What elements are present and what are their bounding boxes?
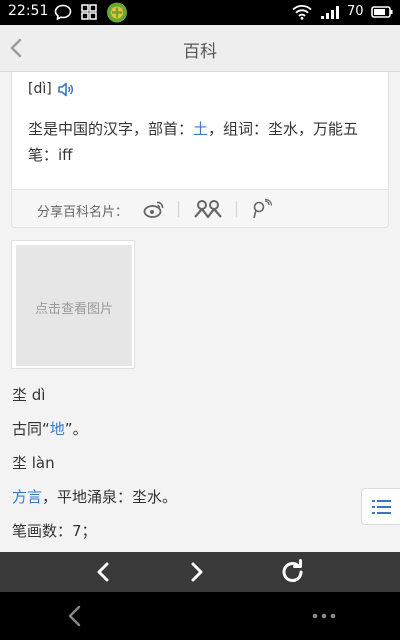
app-header: 百科 [0,25,400,72]
battery-level: 70 [347,4,364,19]
menu-dots-icon[interactable] [310,604,338,628]
pinyin-text: [dì] [28,81,52,97]
content-text: ，平地涌泉：坔水。 [42,488,178,506]
image-thumbnail[interactable]: 点击查看图片 [11,240,135,369]
browser-back-icon[interactable] [91,560,117,584]
content-text: ”。 [64,420,88,438]
share-divider [178,201,179,217]
browser-forward-icon[interactable] [183,560,209,584]
share-bar: 分享百科名片： [12,189,388,227]
content-text: 古同“ [12,420,50,438]
list-icon [372,500,391,514]
di-link[interactable]: 地 [50,420,65,438]
grid-app-icon [81,4,97,20]
radical-link[interactable]: 土 [193,120,208,138]
entry-card: [dì] 坔是中国的汉字，部首：土，组词：坔水，万能五笔：iff 分享百科名片： [11,72,389,228]
status-bar: 22:51 70 [0,0,400,25]
image-placeholder: 点击查看图片 [16,245,132,366]
share-label: 分享百科名片： [37,205,129,220]
system-back-icon[interactable] [64,604,86,628]
status-time: 22:51 [8,3,49,19]
app-logo-icon [107,2,127,23]
system-nav-bar [0,592,400,640]
chat-bubble-icon [54,4,72,20]
wifi-icon [292,5,312,20]
refresh-icon[interactable] [279,559,307,585]
content-line: 方言，平地涌泉：坔水。 [12,486,177,507]
renren-icon[interactable] [193,199,223,219]
battery-icon [371,6,393,18]
share-divider [236,201,237,217]
content-line: 坔 làn [12,454,55,472]
content-line: 坔 dì [12,386,46,404]
browser-toolbar [0,552,400,592]
weibo-icon[interactable] [143,199,165,219]
dialect-link[interactable]: 方言 [12,488,42,506]
view-image-label: 点击查看图片 [34,302,113,317]
content-line: 古同“地”。 [12,418,88,439]
page-title: 百科 [183,42,217,62]
tencent-weibo-icon[interactable] [251,199,273,219]
table-of-contents-button[interactable] [361,488,400,525]
speaker-icon[interactable] [57,81,75,98]
definition-text: 坔是中国的汉字，部首：土，组词：坔水，万能五笔：iff [28,116,380,168]
definition-prefix: 坔是中国的汉字，部首： [28,120,194,138]
content-line: 笔画数：7； [12,522,97,540]
signal-icon [321,6,339,19]
